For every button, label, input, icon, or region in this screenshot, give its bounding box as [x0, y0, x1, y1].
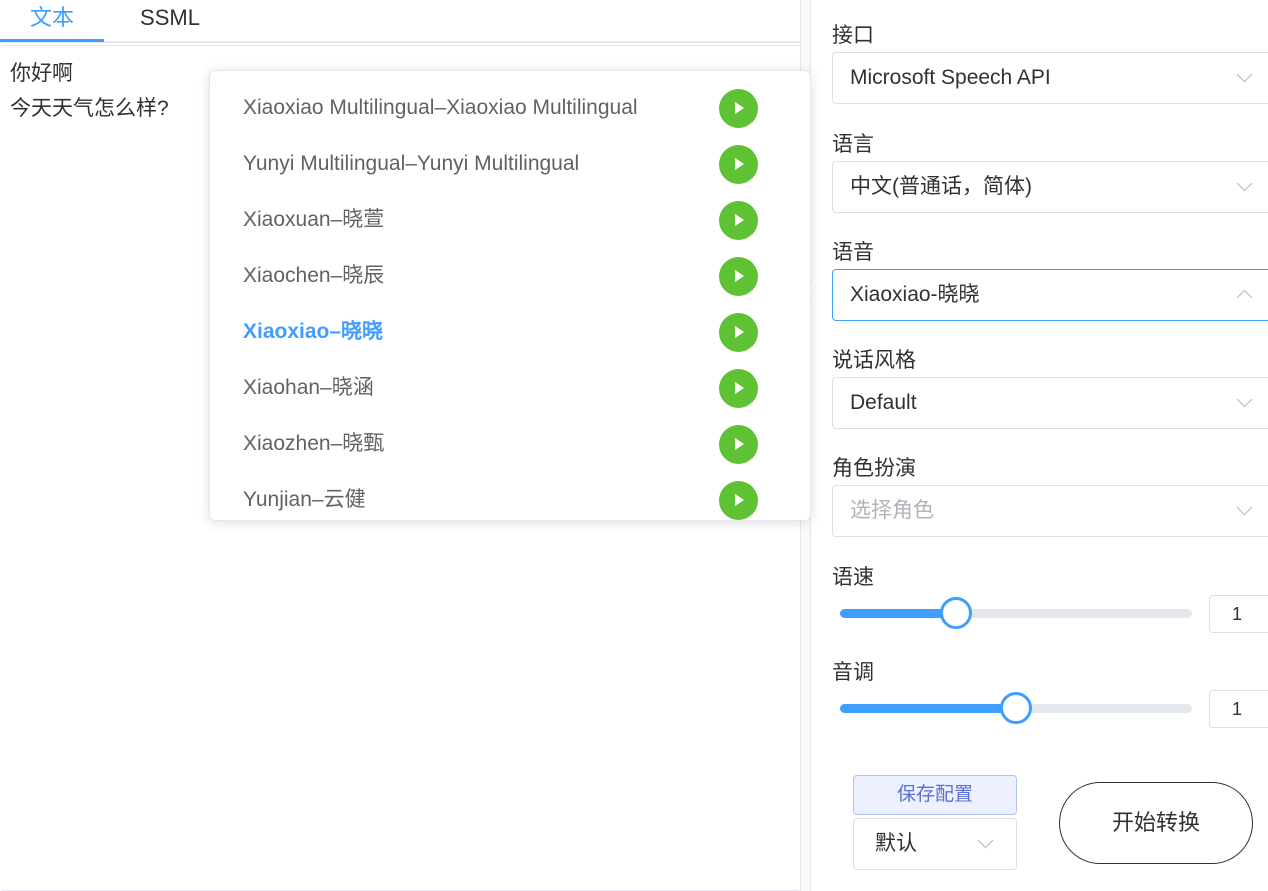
rate-input[interactable]: 1	[1209, 595, 1268, 633]
style-select[interactable]: Default	[832, 377, 1268, 429]
rate-slider-fill	[840, 609, 957, 618]
language-select-value: 中文(普通话，简体)	[850, 175, 1032, 198]
role-select-placeholder: 选择角色	[850, 499, 934, 522]
preset-select[interactable]: 默认	[853, 818, 1017, 870]
play-preview-button[interactable]	[719, 257, 758, 296]
voice-option-label: Xiaoxiao–晓晓	[243, 320, 384, 343]
voice-option-label: Xiaohan–晓涵	[243, 376, 374, 399]
play-preview-button[interactable]	[719, 425, 758, 464]
pitch-input[interactable]: 1	[1209, 690, 1268, 728]
tab-ssml[interactable]: SSML	[118, 0, 222, 42]
pitch-slider-thumb[interactable]	[1000, 692, 1032, 724]
tab-text[interactable]: 文本	[0, 0, 104, 42]
voice-option[interactable]: Xiaohan–晓涵	[210, 360, 810, 416]
voice-option[interactable]: Xiaoxiao Multilingual–Xiaoxiao Multiling…	[210, 80, 810, 136]
play-icon	[735, 158, 744, 170]
style-label: 说话风格	[832, 349, 916, 372]
voice-option-label: Yunyi Multilingual–Yunyi Multilingual	[243, 152, 580, 175]
save-config-button[interactable]: 保存配置	[853, 775, 1017, 815]
tab-divider	[0, 41, 802, 43]
preset-select-value: 默认	[875, 832, 917, 855]
chevron-down-icon	[1236, 499, 1253, 516]
play-icon	[735, 326, 744, 338]
rate-slider[interactable]	[840, 597, 1192, 629]
start-convert-button[interactable]: 开始转换	[1059, 782, 1253, 864]
voice-label: 语音	[832, 241, 874, 264]
pitch-slider[interactable]	[840, 692, 1192, 724]
language-select[interactable]: 中文(普通话，简体)	[832, 161, 1268, 213]
play-icon	[735, 270, 744, 282]
chevron-down-icon	[1236, 66, 1253, 83]
play-preview-button[interactable]	[719, 145, 758, 184]
play-icon	[735, 102, 744, 114]
active-tab-indicator	[0, 39, 104, 42]
voice-option-label: Yunjian–云健	[243, 488, 366, 511]
voice-option-label: Xiaoxuan–晓萱	[243, 208, 385, 231]
voice-option[interactable]: Yunyi Multilingual–Yunyi Multilingual	[210, 136, 810, 192]
voice-select[interactable]: Xiaoxiao-晓晓	[832, 269, 1268, 321]
voice-option-selected[interactable]: Xiaoxiao–晓晓	[210, 304, 810, 360]
voice-option-label: Xiaochen–晓辰	[243, 264, 385, 287]
rate-label: 语速	[832, 566, 874, 589]
settings-pane: 接口 Microsoft Speech API 语言 中文(普通话，简体) 语音…	[812, 0, 1268, 891]
voice-option-label: Xiaoxiao Multilingual–Xiaoxiao Multiling…	[243, 96, 638, 119]
api-select[interactable]: Microsoft Speech API	[832, 52, 1268, 104]
language-label: 语言	[832, 133, 874, 156]
chevron-down-icon	[1236, 391, 1253, 408]
play-preview-button[interactable]	[719, 369, 758, 408]
chevron-down-icon	[977, 832, 994, 849]
tab-bar: 文本 SSML	[0, 0, 802, 44]
voice-option[interactable]: Xiaochen–晓辰	[210, 248, 810, 304]
voice-option[interactable]: Xiaoxuan–晓萱	[210, 192, 810, 248]
voice-option[interactable]: Xiaozhen–晓甄	[210, 416, 810, 472]
play-preview-button[interactable]	[719, 481, 758, 520]
voice-option-label: Xiaozhen–晓甄	[243, 432, 385, 455]
voice-option[interactable]: Yunjian–云健	[210, 472, 810, 520]
chevron-down-icon	[1236, 175, 1253, 192]
chevron-up-icon	[1236, 289, 1253, 306]
play-icon	[735, 494, 744, 506]
play-preview-button[interactable]	[719, 201, 758, 240]
voice-select-value: Xiaoxiao-晓晓	[850, 283, 980, 306]
api-select-value: Microsoft Speech API	[850, 66, 1051, 89]
role-label: 角色扮演	[832, 457, 916, 480]
rate-slider-thumb[interactable]	[940, 597, 973, 629]
pitch-label: 音调	[832, 661, 874, 684]
api-label: 接口	[832, 24, 874, 47]
style-select-value: Default	[850, 391, 917, 414]
voice-dropdown-menu: Xiaoxiao Multilingual–Xiaoxiao Multiling…	[209, 70, 811, 521]
play-icon	[735, 438, 744, 450]
play-icon	[735, 382, 744, 394]
play-preview-button[interactable]	[719, 89, 758, 128]
play-preview-button[interactable]	[719, 313, 758, 352]
play-icon	[735, 214, 744, 226]
pitch-slider-fill	[840, 704, 1016, 713]
role-select[interactable]: 选择角色	[832, 485, 1268, 537]
